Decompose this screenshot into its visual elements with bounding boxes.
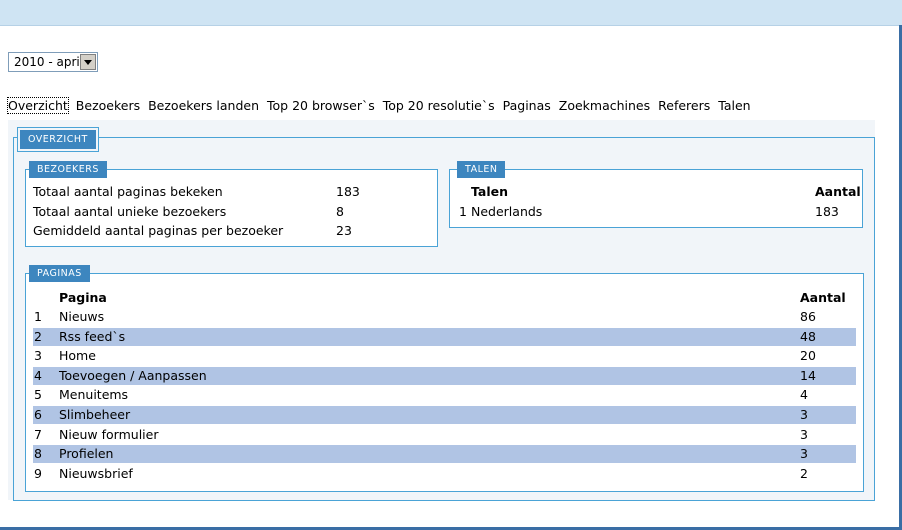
paginas-legend: PAGINAS xyxy=(29,265,90,282)
talen-header-row: Talen Aantal xyxy=(457,183,861,201)
row-count: 2 xyxy=(800,465,808,481)
row-count: 14 xyxy=(800,367,816,383)
table-row: 6 Slimbeheer 3 xyxy=(33,406,856,424)
aantal-header: Aantal xyxy=(800,290,846,305)
row-name: Home xyxy=(59,348,96,364)
row-count: 183 xyxy=(815,204,839,219)
row-name: Menuitems xyxy=(59,387,129,403)
talen-legend: TALEN xyxy=(457,161,506,178)
stat-value: 183 xyxy=(336,184,360,199)
stat-label: Totaal aantal unieke bezoekers xyxy=(33,204,227,219)
row-name: Nieuw formulier xyxy=(59,426,159,442)
row-number: 3 xyxy=(34,348,42,364)
table-row: 7 Nieuw formulier 3 xyxy=(33,425,856,444)
table-row: 2 Rss feed`s 48 xyxy=(33,327,856,346)
talen-legend-box: TALEN xyxy=(456,160,506,179)
row-number: 5 xyxy=(34,387,42,403)
bezoekers-legend-box: BEZOEKERS xyxy=(28,160,108,179)
paginas-fieldset: Pagina Aantal 1 Nieuws 86 2 Rss feed`s 48 3 Hom… xyxy=(25,273,864,492)
overzicht-legend-box: OVERZICHT xyxy=(17,127,99,152)
row-name: Nieuwsbrief xyxy=(59,465,133,481)
period-select-value: 2010 - april xyxy=(14,55,84,69)
row-number: 4 xyxy=(34,367,42,383)
dropdown-button[interactable] xyxy=(80,54,96,70)
overzicht-legend: OVERZICHT xyxy=(20,130,96,149)
row-number: 9 xyxy=(34,465,42,481)
row-name: Slimbeheer xyxy=(59,407,131,422)
row-count: 86 xyxy=(800,309,816,324)
nav-bezoekers-landen[interactable]: Bezoekers landen xyxy=(148,98,259,113)
row-number: 1 xyxy=(34,309,42,324)
nav-top20-browsers[interactable]: Top 20 browser`s xyxy=(267,98,375,113)
talen-header: Talen xyxy=(471,184,509,199)
row-number: 6 xyxy=(34,407,42,422)
nav-paginas[interactable]: Paginas xyxy=(503,98,551,113)
row-count: 3 xyxy=(800,407,808,422)
row-number: 2 xyxy=(34,328,42,344)
row-number: 1 xyxy=(459,204,467,219)
table-row: 1 Nederlands 183 xyxy=(457,203,857,221)
row-name: Profielen xyxy=(59,446,114,462)
row-count: 4 xyxy=(800,387,808,403)
paginas-legend-box: PAGINAS xyxy=(28,264,91,283)
stat-label: Totaal aantal paginas bekeken xyxy=(33,184,223,199)
stat-label: Gemiddeld aantal paginas per bezoeker xyxy=(33,223,284,238)
paginas-header-row: Pagina Aantal xyxy=(33,289,856,307)
stat-value: 23 xyxy=(336,223,352,238)
row-count: 48 xyxy=(800,328,816,344)
talen-fieldset: Talen Aantal 1 Nederlands 183 xyxy=(449,169,863,228)
bezoekers-legend: BEZOEKERS xyxy=(29,161,107,178)
table-row: 3 Home 20 xyxy=(33,347,856,366)
row-name: Toevoegen / Aanpassen xyxy=(59,367,207,383)
row-name: Nieuws xyxy=(59,309,105,324)
nav-top20-resoluties[interactable]: Top 20 resolutie`s xyxy=(383,98,495,113)
bezoekers-fieldset: Totaal aantal paginas bekeken 183 Totaal… xyxy=(25,169,438,247)
aantal-header: Aantal xyxy=(815,184,861,199)
nav-referers[interactable]: Referers xyxy=(658,98,710,113)
stat-row: Totaal aantal paginas bekeken 183 xyxy=(26,183,437,201)
row-name: Rss feed`s xyxy=(59,328,126,344)
table-row: 5 Menuitems 4 xyxy=(33,386,856,405)
nav-bezoekers[interactable]: Bezoekers xyxy=(76,98,140,113)
period-select[interactable]: 2010 - april xyxy=(8,52,98,72)
row-name: Nederlands xyxy=(471,204,543,219)
row-count: 3 xyxy=(800,426,808,442)
row-number: 7 xyxy=(34,426,42,442)
table-row: 9 Nieuwsbrief 2 xyxy=(33,464,856,483)
table-row: 4 Toevoegen / Aanpassen 14 xyxy=(33,366,856,385)
row-count: 3 xyxy=(800,446,808,462)
table-row: 1 Nieuws 86 xyxy=(33,308,856,326)
overzicht-panel: OVERZICHT Totaal aantal paginas bekeken … xyxy=(8,120,875,501)
table-row: 8 Profielen 3 xyxy=(33,445,856,464)
nav-talen[interactable]: Talen xyxy=(718,98,750,113)
nav-zoekmachines[interactable]: Zoekmachines xyxy=(559,98,650,113)
row-count: 20 xyxy=(800,348,816,364)
stats-nav: Overzicht Bezoekers Bezoekers landen Top 20… xyxy=(7,97,759,114)
chevron-down-icon xyxy=(84,60,92,65)
stat-row: Gemiddeld aantal paginas per bezoeker 23 xyxy=(26,222,437,240)
stat-value: 8 xyxy=(336,204,344,219)
stat-row: Totaal aantal unieke bezoekers 8 xyxy=(26,203,437,221)
row-number: 8 xyxy=(34,446,42,462)
top-bar xyxy=(0,0,902,26)
nav-overzicht[interactable]: Overzicht xyxy=(7,97,69,114)
pagina-header: Pagina xyxy=(59,290,107,305)
